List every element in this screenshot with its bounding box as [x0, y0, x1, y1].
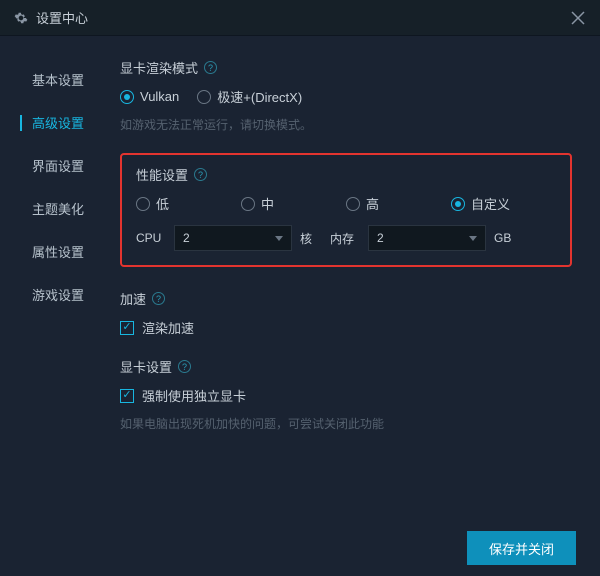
content: 显卡渲染模式 ? Vulkan 极速+(DirectX) 如游戏无法正常运行，请… [106, 36, 600, 520]
sidebar-item-basic[interactable]: 基本设置 [0, 58, 106, 101]
help-icon[interactable]: ? [178, 360, 191, 373]
render-title: 显卡渲染模式 [120, 58, 198, 77]
radio-high[interactable]: 高 [346, 194, 451, 213]
chevron-down-icon [275, 236, 283, 241]
mem-unit: GB [494, 231, 516, 245]
render-hint: 如游戏无法正常运行，请切换模式。 [120, 116, 572, 133]
radio-vulkan[interactable]: Vulkan [120, 89, 179, 104]
radio-directx[interactable]: 极速+(DirectX) [197, 87, 302, 106]
save-close-button[interactable]: 保存并关闭 [467, 531, 576, 565]
sidebar: 基本设置 高级设置 界面设置 主题美化 属性设置 游戏设置 [0, 36, 106, 520]
sidebar-item-theme[interactable]: 主题美化 [0, 187, 106, 230]
cpu-label: CPU [136, 231, 166, 245]
checkbox-render-accel[interactable]: 渲染加速 [120, 318, 572, 337]
help-icon[interactable]: ? [204, 61, 217, 74]
perf-title: 性能设置 [136, 165, 188, 184]
sidebar-item-game[interactable]: 游戏设置 [0, 273, 106, 316]
close-icon[interactable] [570, 10, 586, 26]
help-icon[interactable]: ? [152, 292, 165, 305]
performance-section: 性能设置 ? 低 中 高 自定义 CPU 2 核 内存 2 [120, 153, 572, 267]
sidebar-item-property[interactable]: 属性设置 [0, 230, 106, 273]
help-icon[interactable]: ? [194, 168, 207, 181]
checkbox-icon [120, 389, 134, 403]
radio-low[interactable]: 低 [136, 194, 241, 213]
footer: 保存并关闭 [0, 520, 600, 576]
cpu-unit: 核 [300, 230, 322, 247]
chevron-down-icon [469, 236, 477, 241]
titlebar: 设置中心 [0, 0, 600, 36]
checkbox-icon [120, 321, 134, 335]
accel-title: 加速 [120, 289, 146, 308]
mem-label: 内存 [330, 230, 360, 247]
gpu-hint: 如果电脑出现死机加快的问题，可尝试关闭此功能 [120, 415, 572, 432]
sidebar-item-advanced[interactable]: 高级设置 [0, 101, 106, 144]
radio-custom[interactable]: 自定义 [451, 194, 556, 213]
accel-section: 加速 ? 渲染加速 [120, 289, 572, 337]
cpu-dropdown[interactable]: 2 [174, 225, 292, 251]
gear-icon [14, 11, 28, 25]
sidebar-item-ui[interactable]: 界面设置 [0, 144, 106, 187]
mem-dropdown[interactable]: 2 [368, 225, 486, 251]
gpu-title: 显卡设置 [120, 357, 172, 376]
window-title: 设置中心 [36, 8, 570, 27]
checkbox-force-gpu[interactable]: 强制使用独立显卡 [120, 386, 572, 405]
gpu-section: 显卡设置 ? 强制使用独立显卡 如果电脑出现死机加快的问题，可尝试关闭此功能 [120, 357, 572, 432]
render-section: 显卡渲染模式 ? Vulkan 极速+(DirectX) 如游戏无法正常运行，请… [120, 58, 572, 133]
radio-mid[interactable]: 中 [241, 194, 346, 213]
